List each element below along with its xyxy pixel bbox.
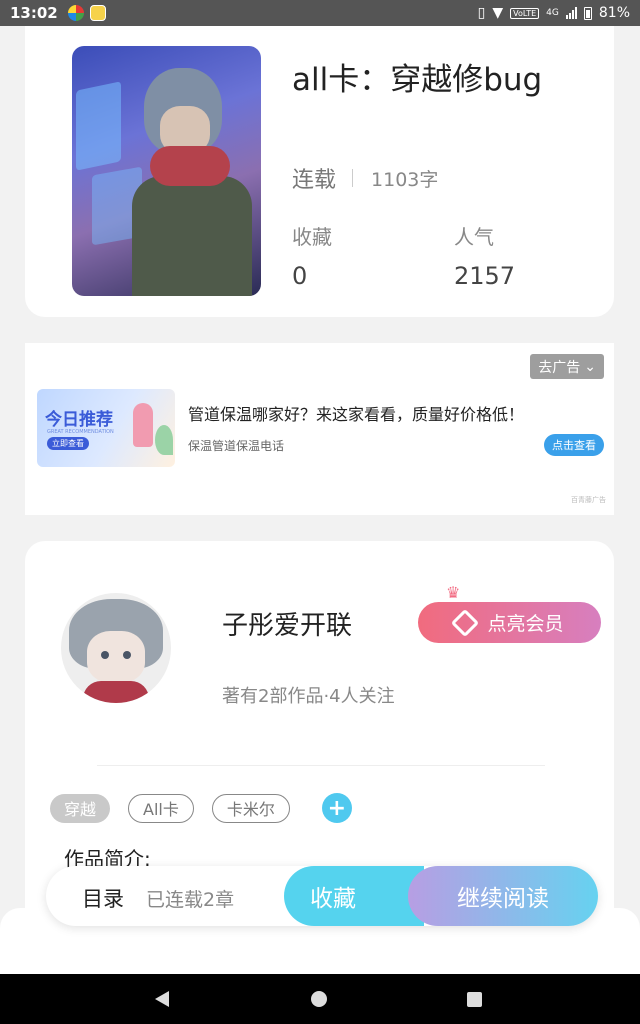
ad-image-button: 立即查看 <box>47 437 89 450</box>
ad-image-title: 今日推荐 <box>45 410 113 430</box>
author-avatar[interactable] <box>61 593 171 703</box>
avatar-face <box>87 631 145 683</box>
app-notification-icon-2 <box>89 5 106 21</box>
chevron-down-icon: ⌄ <box>584 358 596 375</box>
cover-hologram <box>76 81 121 171</box>
diamond-icon <box>451 608 480 637</box>
status-time: 13:02 <box>10 4 58 22</box>
ad-image[interactable]: 今日推荐 GREAT RECOMMENDATION 立即查看 <box>37 389 175 467</box>
avatar-shirt <box>83 681 149 703</box>
author-name[interactable]: 子彤爱开联 <box>222 605 352 642</box>
action-bar: 目录 已连载2章 收藏 继续阅读 <box>46 866 598 926</box>
ad-image-subtitle: GREAT RECOMMENDATION <box>47 429 114 435</box>
status-indicators: ▯ ▼ VoLTE 4G 81% <box>478 5 630 21</box>
favorite-button[interactable]: 收藏 <box>284 866 424 926</box>
meta-divider <box>352 169 354 187</box>
favorites-label: 收藏 <box>292 225 332 249</box>
chapter-count: 已连载2章 <box>146 889 235 911</box>
remove-ad-label: 去广告 <box>538 359 581 376</box>
cover-figure-body <box>132 176 252 296</box>
favorites-stat: 收藏 0 <box>292 221 332 290</box>
signal-icon <box>565 7 577 19</box>
ad-source: 百青藤广告 <box>571 496 606 504</box>
ad-subtitle: 保温管道保温电话 <box>188 439 285 453</box>
ad-image-figure <box>133 403 153 447</box>
book-cover[interactable] <box>72 46 261 296</box>
wifi-icon: ▼ <box>492 5 504 21</box>
app-notification-icon <box>67 5 84 21</box>
ad-title: 管道保温哪家好？来这家看看，质量好价格低！ <box>188 405 525 424</box>
recents-icon[interactable] <box>467 992 482 1007</box>
book-status: 连载 <box>292 168 337 193</box>
tag-chip[interactable]: 卡米尔 <box>211 793 290 823</box>
tag-chip[interactable]: All卡 <box>128 793 194 823</box>
cover-figure-scarf <box>150 146 230 186</box>
vip-label: 点亮会员 <box>487 613 564 635</box>
continue-reading-button[interactable]: 继续阅读 <box>408 866 598 926</box>
volte-badge: VoLTE <box>510 7 540 19</box>
popularity-value: 2157 <box>454 262 516 290</box>
section-divider <box>97 765 545 766</box>
word-count: 1103字 <box>371 168 439 191</box>
book-meta: 连载 1103字 <box>292 162 438 194</box>
book-info-card: all卡：穿越修bug 连载 1103字 收藏 0 人气 2157 <box>25 26 614 317</box>
remove-ad-button[interactable]: 去广告 ⌄ <box>530 354 604 379</box>
vip-button[interactable]: 点亮会员 <box>418 602 601 643</box>
home-icon[interactable] <box>311 991 327 1007</box>
back-icon[interactable] <box>155 991 169 1007</box>
avatar-eye <box>123 651 131 659</box>
battery-icon <box>583 6 592 20</box>
tag-chip[interactable]: 穿越 <box>50 793 111 823</box>
add-tag-button[interactable]: + <box>321 793 352 823</box>
avatar-eye <box>101 651 109 659</box>
ad-image-leaf <box>155 425 173 455</box>
tag-list: 穿越 All卡 卡米尔 + <box>50 793 352 823</box>
author-stats: 著有2部作品·4人关注 <box>222 686 395 707</box>
ad-cta-button[interactable]: 点击查看 <box>544 434 604 456</box>
popularity-stat: 人气 2157 <box>454 221 515 290</box>
status-bar: 13:02 ▯ ▼ VoLTE 4G 81% <box>0 0 640 26</box>
system-nav-bar <box>0 974 640 1024</box>
toc-button[interactable]: 目录 <box>82 883 124 913</box>
ad-banner[interactable]: 去广告 ⌄ 今日推荐 GREAT RECOMMENDATION 立即查看 管道保… <box>25 343 614 515</box>
vibrate-icon: ▯ <box>477 5 486 21</box>
popularity-label: 人气 <box>454 225 494 249</box>
battery-level: 81% <box>598 5 630 21</box>
crown-icon: ♛ <box>446 583 461 602</box>
network-type: 4G <box>546 8 559 18</box>
favorites-value: 0 <box>292 262 308 290</box>
book-title: all卡：穿越修bug <box>292 62 543 98</box>
